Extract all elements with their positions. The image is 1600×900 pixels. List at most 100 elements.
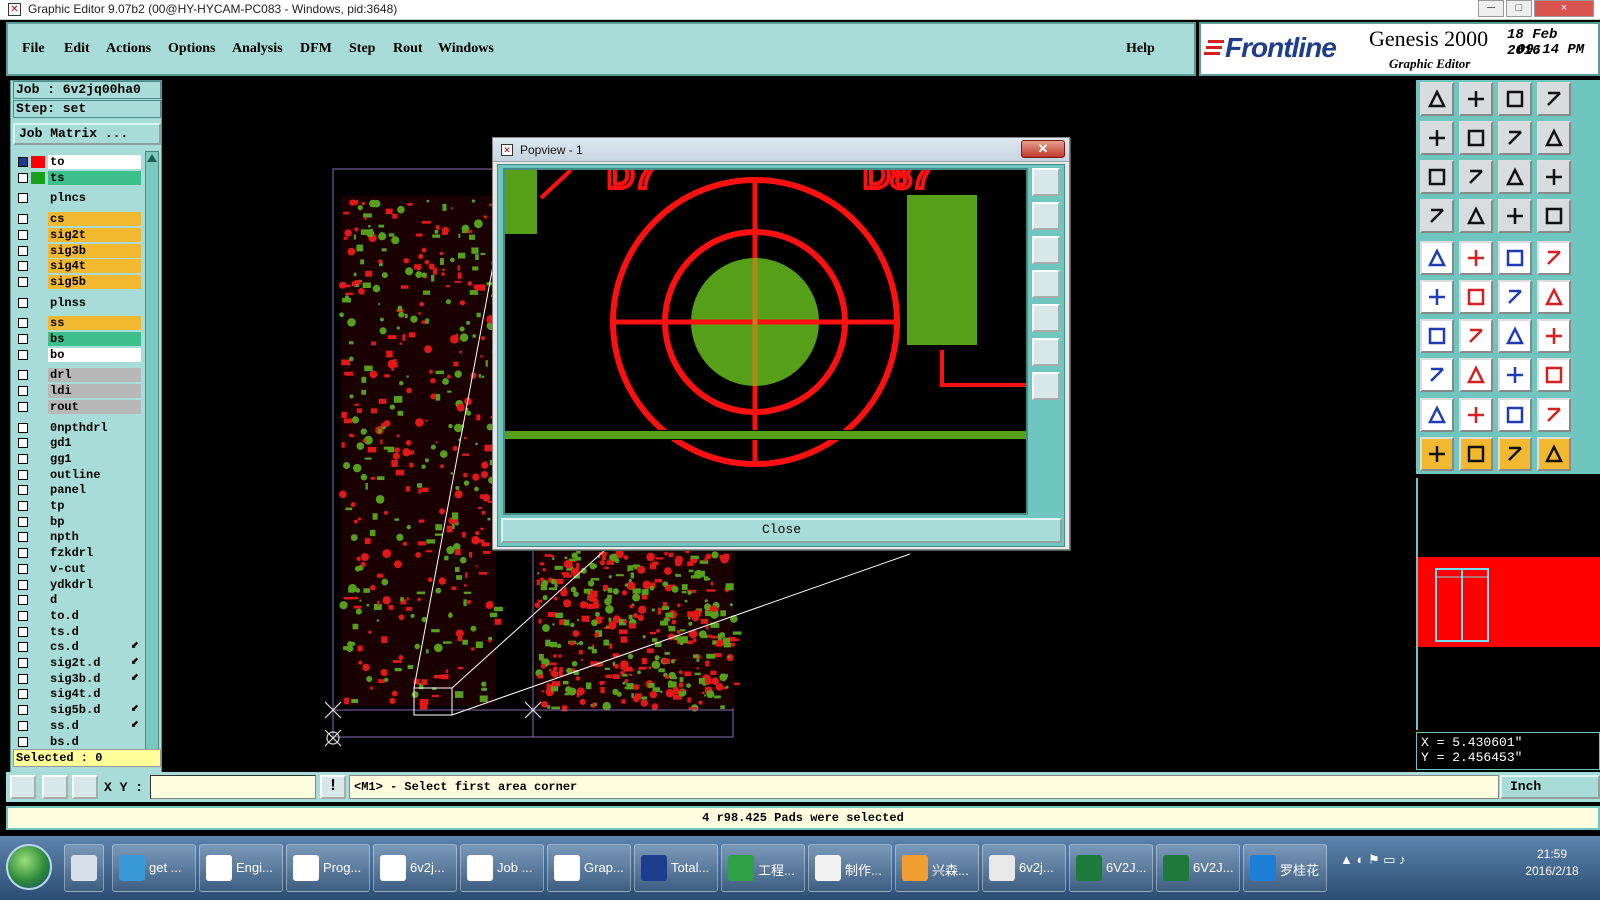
settings-tool-icon[interactable] <box>1420 199 1454 233</box>
popview-zoom-out-icon[interactable] <box>1032 372 1060 400</box>
menu-actions[interactable]: Actions <box>106 41 151 57</box>
add-pad-tool-icon[interactable] <box>1420 358 1454 392</box>
cut-tool-icon[interactable] <box>1459 280 1493 314</box>
layer-row-panel[interactable]: panel <box>13 483 143 498</box>
layer-name[interactable]: d <box>48 593 141 608</box>
layer-checkbox[interactable] <box>18 229 28 240</box>
layer-name[interactable]: panel <box>48 483 141 498</box>
job-matrix-button[interactable]: Job Matrix ... <box>13 123 161 145</box>
layer-name[interactable]: v-cut <box>48 561 141 576</box>
triangle-up-tool-icon[interactable] <box>1459 398 1493 432</box>
layer-row-v-cut[interactable]: v-cut <box>13 561 143 576</box>
close-window-button[interactable]: × <box>1534 0 1594 17</box>
layer-checkbox[interactable] <box>18 673 28 684</box>
line-mode-tool-icon[interactable] <box>1459 241 1493 275</box>
measure-2-tool-icon[interactable] <box>1537 199 1571 233</box>
xy-input[interactable] <box>150 775 316 799</box>
layer-name[interactable]: 0npthdrl <box>48 420 141 435</box>
dimension-tool-icon[interactable] <box>1498 358 1532 392</box>
layer-name[interactable]: sig4t <box>48 259 141 274</box>
menu-help[interactable]: Help <box>1126 41 1155 57</box>
select-4-tool-icon[interactable] <box>1537 437 1571 471</box>
start-button[interactable] <box>6 844 52 890</box>
taskbar-item[interactable]: 制作... <box>808 844 892 892</box>
measure-mode-icon[interactable] <box>42 775 68 799</box>
layer-row-to-d[interactable]: to.d <box>13 608 143 623</box>
taskbar-clock[interactable]: 21:59 2016/2/18 <box>1512 846 1592 880</box>
menu-edit[interactable]: Edit <box>64 41 90 57</box>
arc-tool-icon[interactable] <box>1498 319 1532 353</box>
menu-analysis[interactable]: Analysis <box>232 41 283 57</box>
layer-name[interactable]: ts <box>48 170 141 185</box>
layer-checkbox[interactable] <box>18 579 28 590</box>
layer-checkbox[interactable] <box>18 485 28 496</box>
layer-checkbox[interactable] <box>18 386 28 397</box>
layer-checkbox[interactable] <box>18 172 28 183</box>
snap-mode-icon[interactable] <box>10 775 36 799</box>
layer-checkbox[interactable] <box>18 469 28 480</box>
layer-row-cs[interactable]: cs <box>13 212 143 227</box>
diagonal-tool-icon[interactable] <box>1459 319 1493 353</box>
layer-checkbox[interactable] <box>18 610 28 621</box>
move-point-tool-icon[interactable] <box>1498 280 1532 314</box>
layer-name[interactable]: bs.d <box>48 734 141 749</box>
layer-row-sig5b-d[interactable]: sig5b.d ⬋ <box>13 703 143 718</box>
node-edit-tool-icon[interactable] <box>1420 280 1454 314</box>
layer-name[interactable]: drl <box>48 368 141 383</box>
taskbar-item[interactable]: Grap... <box>547 844 631 892</box>
angle-tool-icon[interactable] <box>1420 319 1454 353</box>
layer-row-ss-d[interactable]: ss.d ⬋ <box>13 718 143 733</box>
layer-checkbox[interactable] <box>18 736 28 747</box>
zoom-center-tool-icon[interactable] <box>1459 160 1493 194</box>
select-2-tool-icon[interactable] <box>1459 437 1493 471</box>
taskbar-item[interactable]: 兴森... <box>895 844 979 892</box>
menu-dfm[interactable]: DFM <box>300 41 332 57</box>
layer-checkbox[interactable] <box>18 563 28 574</box>
layer-checkbox[interactable] <box>18 532 28 543</box>
layer-checkbox[interactable] <box>18 245 28 256</box>
layers-tool-icon[interactable] <box>1537 121 1571 155</box>
layer-name[interactable]: npth <box>48 530 141 545</box>
layer-checkbox[interactable] <box>18 276 28 287</box>
layer-checkbox[interactable] <box>18 370 28 381</box>
layer-row-bs[interactable]: bs <box>13 332 143 346</box>
text-a-2-tool-icon[interactable] <box>1537 398 1571 432</box>
help-tool-icon[interactable] <box>1537 160 1571 194</box>
layer-row-plnss[interactable]: plnss <box>13 295 143 310</box>
add-line-tool-icon[interactable] <box>1459 358 1493 392</box>
layer-row-bs-d[interactable]: bs.d <box>13 734 143 749</box>
minimap[interactable] <box>1418 557 1600 647</box>
layer-name[interactable]: ss <box>48 316 141 331</box>
layer-checkbox[interactable] <box>18 297 28 308</box>
layer-name[interactable]: sig3b <box>48 243 141 258</box>
layer-row-sig2t[interactable]: sig2t <box>13 227 143 242</box>
layer-row-plncs[interactable]: plncs <box>13 191 143 206</box>
layer-name[interactable]: plnss <box>48 295 141 310</box>
popview-pan-up-icon[interactable] <box>1032 202 1060 230</box>
zoom-home-tool-icon[interactable] <box>1420 82 1454 116</box>
layer-name[interactable]: bp <box>48 514 141 529</box>
layer-checkbox[interactable] <box>18 214 28 225</box>
layer-row-drl[interactable]: drl <box>13 368 143 383</box>
layer-row-sig3b-d[interactable]: sig3b.d ⬋ <box>13 671 143 686</box>
layer-name[interactable]: gd1 <box>48 436 141 451</box>
layer-name[interactable]: sig3b.d <box>48 671 141 686</box>
layer-name[interactable]: bs <box>48 332 141 346</box>
layer-checkbox[interactable] <box>18 453 28 464</box>
ruler-tool-icon[interactable] <box>1498 241 1532 275</box>
layer-checkbox[interactable] <box>18 318 28 329</box>
layer-checkbox[interactable] <box>18 334 28 344</box>
layer-color-swatch[interactable] <box>31 156 45 168</box>
layer-name[interactable]: ss.d <box>48 718 141 733</box>
flip-tool-icon[interactable] <box>1498 121 1532 155</box>
taskbar-item[interactable]: Engi... <box>199 844 283 892</box>
layer-row-sig2t-d[interactable]: sig2t.d ⬋ <box>13 656 143 670</box>
layer-row-0npthdrl[interactable]: 0npthdrl <box>13 420 143 435</box>
layer-checkbox[interactable] <box>18 626 28 637</box>
popview-zoom-fit-icon[interactable] <box>1032 168 1060 196</box>
taskbar-item[interactable]: Prog... <box>286 844 370 892</box>
layer-row-rout[interactable]: rout <box>13 399 143 414</box>
connect-tool-icon[interactable] <box>1459 199 1493 233</box>
alert-icon[interactable]: ! <box>320 775 346 799</box>
layer-name[interactable]: outline <box>48 467 141 482</box>
